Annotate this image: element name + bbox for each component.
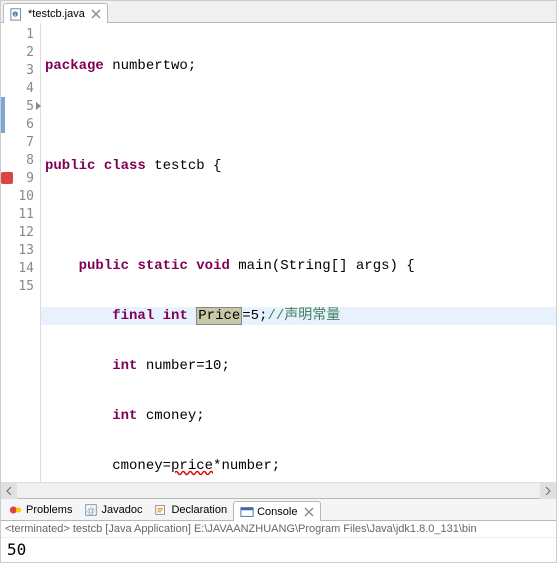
line-number: 2 [1,43,40,61]
declaration-icon [154,503,168,517]
tab-label: Console [257,506,297,518]
editor-tab[interactable]: J *testcb.java [3,3,108,23]
code-editor[interactable]: 1 2 3 4 5 6 7 8 9 10 11 12 13 14 15 pack… [1,23,556,482]
line-number: 1 [1,25,40,43]
console-icon [240,505,254,519]
close-icon[interactable] [91,9,101,19]
line-number: 12 [1,223,40,241]
tab-label: Problems [26,504,72,516]
tab-label: Javadoc [101,504,142,516]
line-number: 14 [1,259,40,277]
line-number: 13 [1,241,40,259]
tab-javadoc[interactable]: @ Javadoc [78,500,148,520]
line-gutter: 1 2 3 4 5 6 7 8 9 10 11 12 13 14 15 [1,23,41,482]
console-status: <terminated> testcb [Java Application] E… [1,521,556,538]
line-number: 3 [1,61,40,79]
code-line [41,207,556,225]
tab-problems[interactable]: Problems [3,500,78,520]
bottom-tab-bar: Problems @ Javadoc Declaration Console [1,498,556,520]
javadoc-icon: @ [84,503,98,517]
console-panel: <terminated> testcb [Java Application] E… [1,520,556,562]
code-line [41,107,556,125]
code-line: final int Price=5;//声明常量 [41,307,556,325]
line-number: 15 [1,277,40,295]
line-number-error: 9 [1,169,40,187]
code-line: public static void main(String[] args) { [41,257,556,275]
code-line: public class testcb { [41,157,556,175]
tab-console[interactable]: Console [233,501,321,521]
console-output: 50 [1,538,556,562]
scroll-right-arrow[interactable] [540,483,556,499]
close-icon[interactable] [304,507,314,517]
code-line: cmoney=price*number; [41,457,556,475]
svg-text:J: J [14,11,16,16]
code-area[interactable]: package numbertwo; public class testcb {… [41,23,556,482]
code-line: int number=10; [41,357,556,375]
line-number: 4 [1,79,40,97]
line-number: 6 [1,115,40,133]
editor-tab-label: *testcb.java [28,8,85,20]
line-number: 10 [1,187,40,205]
line-number: 5 [1,97,40,115]
code-line: package numbertwo; [41,57,556,75]
line-number: 11 [1,205,40,223]
editor-tab-bar: J *testcb.java [1,1,556,23]
svg-text:@: @ [87,507,95,516]
line-number: 8 [1,151,40,169]
problems-icon [9,503,23,517]
line-number: 7 [1,133,40,151]
horizontal-scrollbar[interactable] [1,482,556,498]
tab-declaration[interactable]: Declaration [148,500,233,520]
scroll-left-arrow[interactable] [1,483,17,499]
tab-label: Declaration [171,504,227,516]
code-line: int cmoney; [41,407,556,425]
java-file-icon: J [10,7,24,21]
